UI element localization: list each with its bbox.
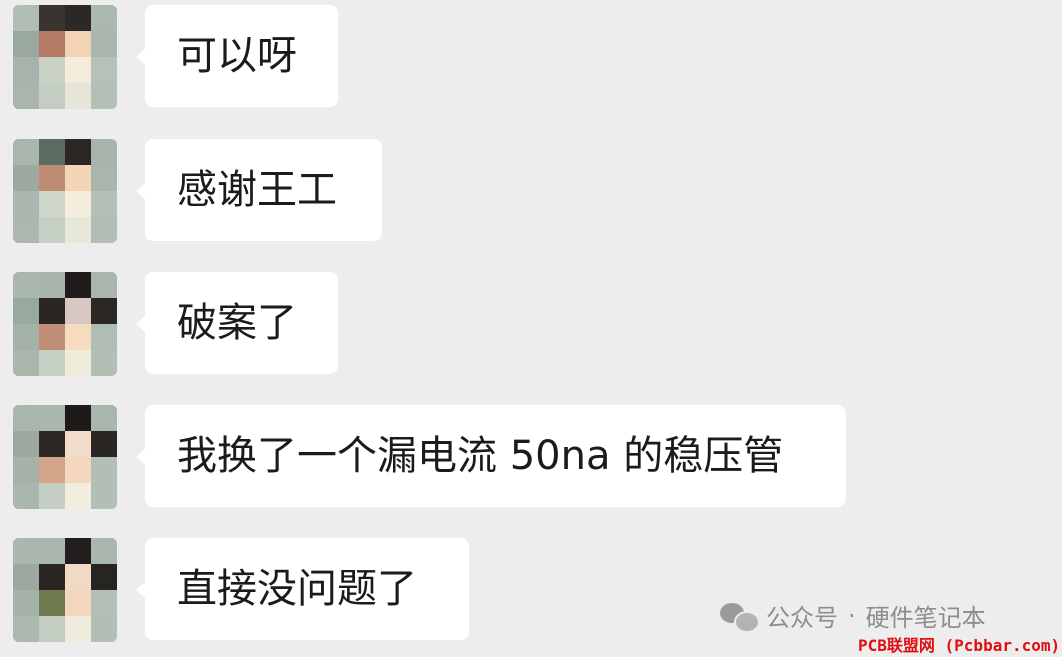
watermark-account: 公众号	[766, 604, 838, 632]
message-text: 感谢王工	[177, 167, 337, 213]
site-watermark: PCB联盟网 (Pcbbar.com)	[858, 636, 1061, 655]
message-text: 破案了	[177, 300, 297, 346]
message-bubble[interactable]: 直接没问题了	[136, 538, 469, 640]
message-text: 直接没问题了	[177, 566, 417, 612]
avatar[interactable]	[13, 272, 117, 376]
avatar[interactable]	[13, 405, 117, 509]
message-bubble[interactable]: 可以呀	[136, 5, 338, 107]
message-text: 我换了一个漏电流 50na 的稳压管	[177, 433, 784, 479]
account-watermark: 公众号 · 硬件笔记本	[720, 598, 986, 633]
wechat-icon	[720, 601, 760, 633]
watermark-separator: ·	[848, 601, 856, 630]
avatar[interactable]	[13, 538, 117, 642]
message-bubble[interactable]: 我换了一个漏电流 50na 的稳压管	[136, 405, 846, 507]
avatar[interactable]	[13, 5, 117, 109]
avatar[interactable]	[13, 139, 117, 243]
watermark-name: 硬件笔记本	[865, 604, 986, 632]
message-bubble[interactable]: 感谢王工	[136, 139, 382, 241]
message-text: 可以呀	[177, 33, 297, 79]
message-bubble[interactable]: 破案了	[136, 272, 338, 374]
